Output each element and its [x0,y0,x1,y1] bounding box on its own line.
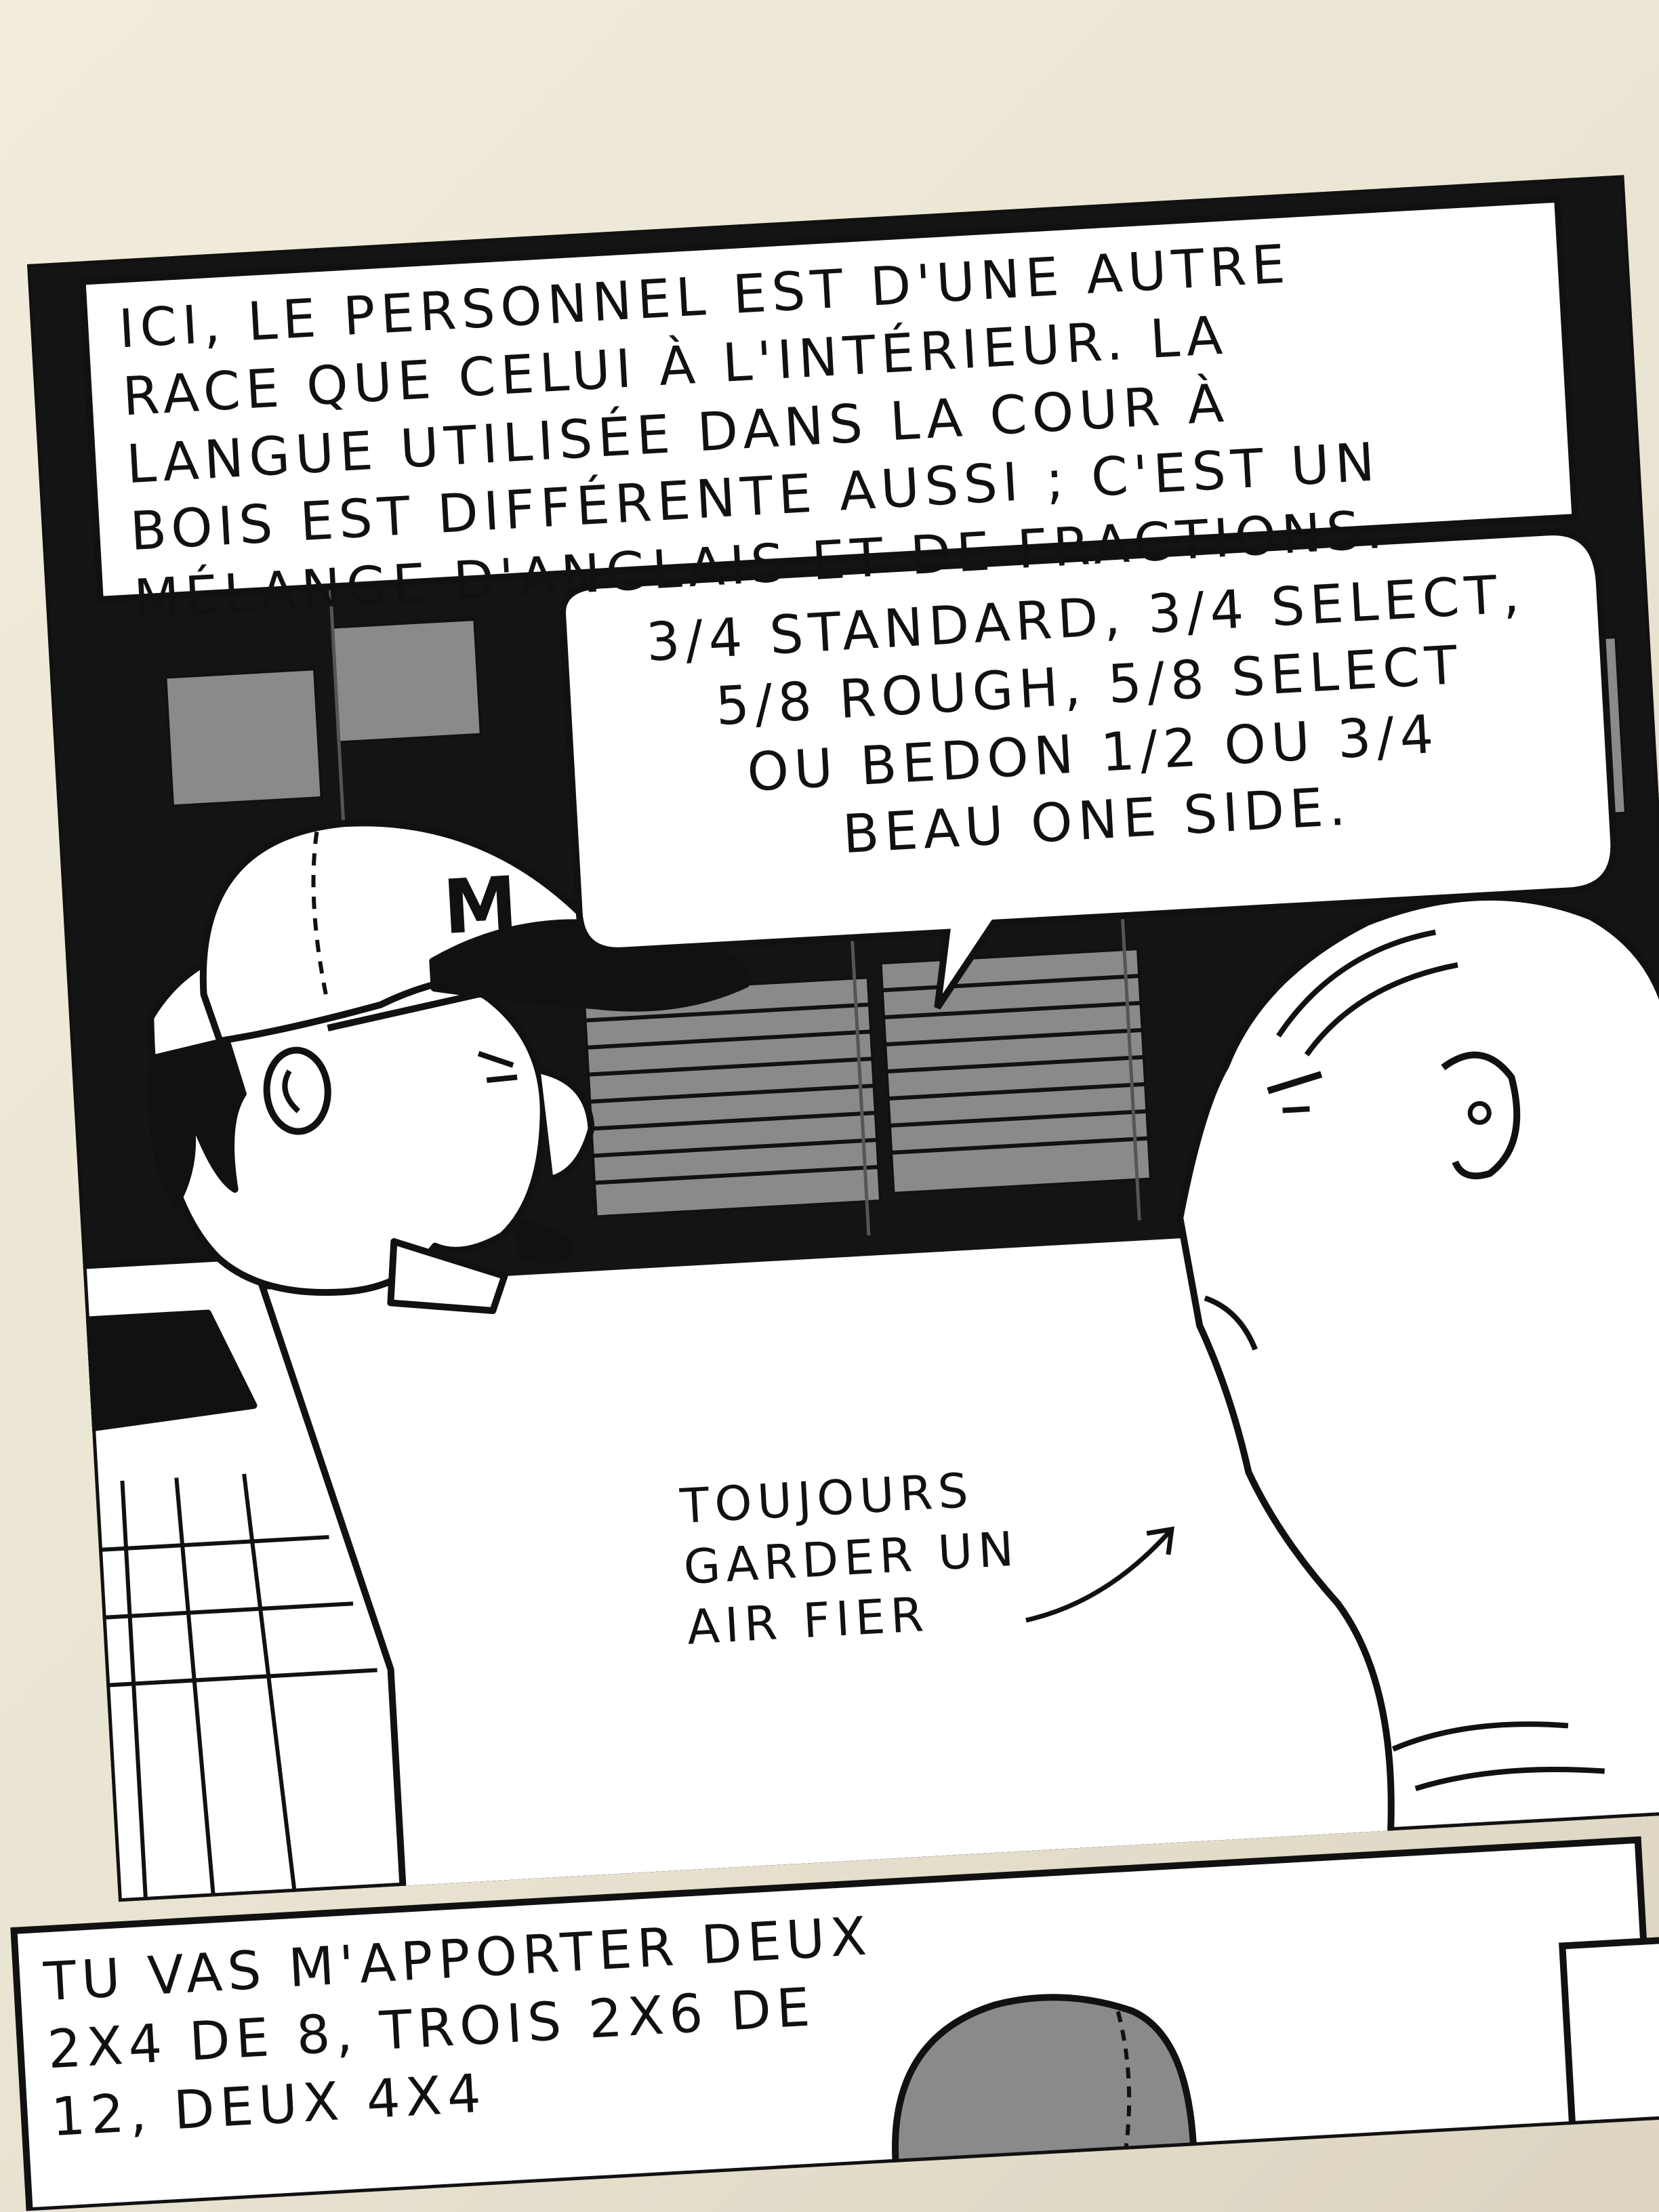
panel-2-caption-text: TU VAS M'APPORTER DEUX 2X4 DE 8, TROIS 2… [42,1906,874,2148]
speech-bubble-text: 3/4 STANDARD, 3/4 SELECT, 5/8 ROUGH, 5/8… [644,563,1527,866]
comic-panel-1: M ICI, LE PERSONNEL EST D'UNE AUTRE RACE… [27,175,1659,1902]
cap-logo: M [441,860,519,951]
panel-3-edge [1559,1936,1659,2129]
annotation-text: TOUJOURS GARDER UN AIR FIER [678,1462,1021,1656]
